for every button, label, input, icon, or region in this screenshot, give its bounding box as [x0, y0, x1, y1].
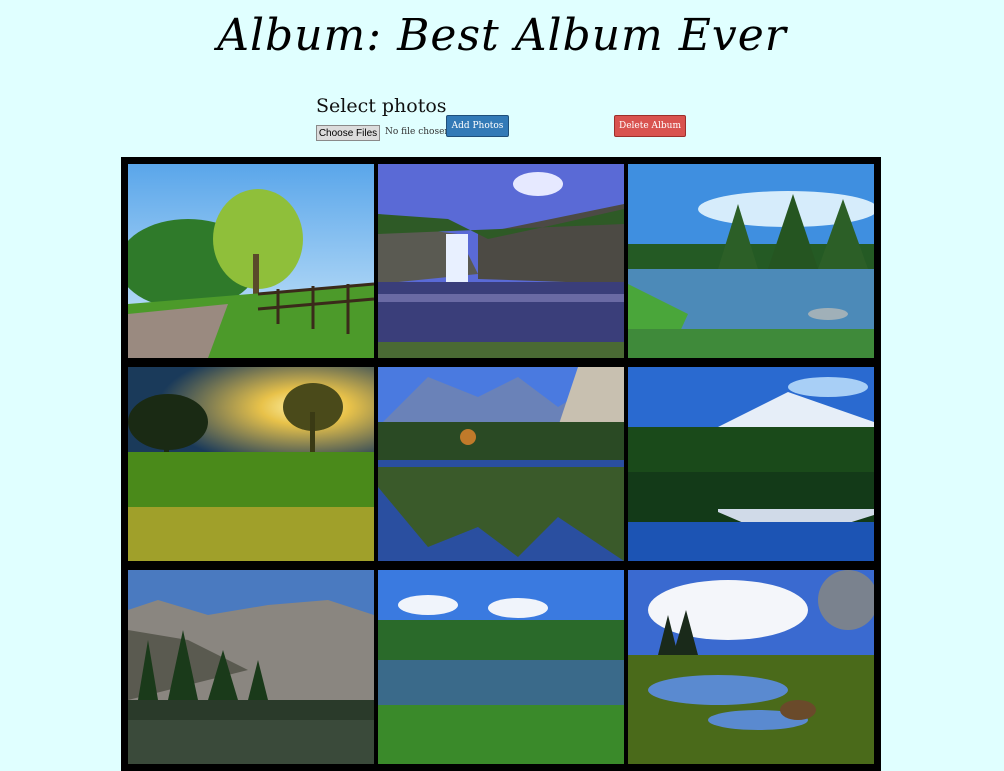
snow-mountain-lake-photo: [628, 367, 874, 561]
tree-fence-path-photo: [128, 164, 374, 358]
photo-tile[interactable]: [378, 164, 624, 358]
photo-tile[interactable]: [128, 164, 374, 358]
delete-album-button[interactable]: Delete Album: [614, 115, 686, 137]
mountain-lake-reflection-photo: [378, 367, 624, 561]
select-photos-label: Select photos: [316, 95, 447, 117]
photo-tile[interactable]: [128, 570, 374, 764]
forest-pond-photo: [378, 570, 624, 764]
meadow-marsh-photo: [628, 570, 874, 764]
photo-tile[interactable]: [128, 367, 374, 561]
page-title: Album: Best Album Ever: [217, 10, 787, 61]
add-photos-button[interactable]: Add Photos: [446, 115, 509, 137]
photo-gallery: [121, 157, 881, 771]
file-status-text: No file chosen: [385, 127, 451, 137]
choose-files-button[interactable]: Choose Files: [316, 125, 380, 141]
tree-sunset-photo: [128, 367, 374, 561]
photo-tile[interactable]: [628, 164, 874, 358]
photo-tile[interactable]: [628, 570, 874, 764]
photo-tile[interactable]: [628, 367, 874, 561]
lake-forest-photo: [628, 164, 874, 358]
photo-tile[interactable]: [378, 367, 624, 561]
photo-tile[interactable]: [378, 570, 624, 764]
rocky-mountain-lake-photo: [128, 570, 374, 764]
waterfall-photo: [378, 164, 624, 358]
